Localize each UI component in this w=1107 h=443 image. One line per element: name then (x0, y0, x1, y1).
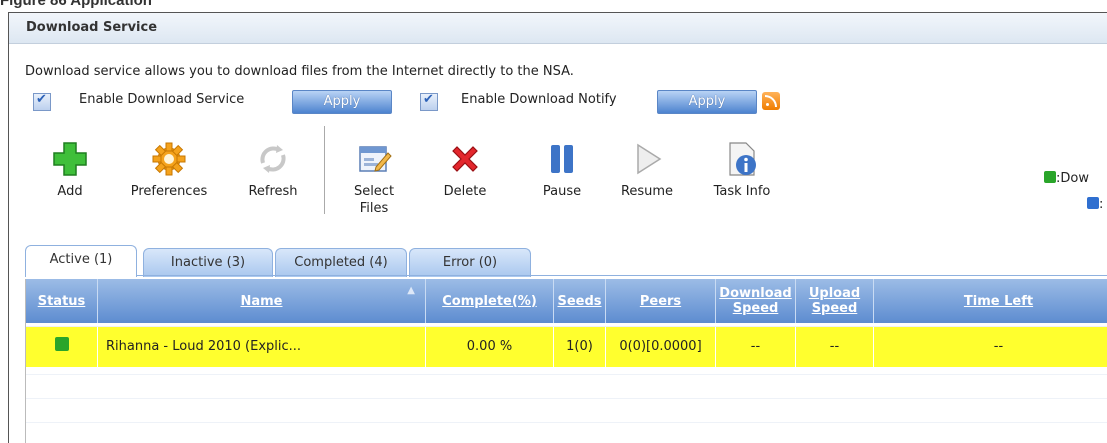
col-header-peers[interactable]: Peers (606, 279, 716, 323)
pause-icon (551, 145, 573, 173)
pause-button[interactable]: Pause (539, 141, 585, 200)
task-info-button[interactable]: Task Info (702, 141, 782, 200)
legend-upload: : (1087, 197, 1103, 212)
col-header-complete[interactable]: Complete(%) (426, 279, 554, 323)
panel-title-bar: Download Service (9, 13, 1107, 44)
enable-download-service-checkbox[interactable] (33, 92, 51, 111)
name-cell: Rihanna - Loud 2010 (Explic... (98, 327, 426, 367)
col-header-status[interactable]: Status (26, 279, 98, 323)
upload-speed-cell: -- (796, 327, 874, 367)
status-cell (26, 327, 98, 367)
col-header-upload-speed[interactable]: Upload Speed (796, 279, 874, 323)
delete-label: Delete (443, 184, 487, 199)
tab-active[interactable]: Active (1) (25, 245, 137, 277)
add-button[interactable]: Add (47, 141, 93, 200)
seeds-cell: 1(0) (554, 327, 606, 367)
figure-caption: Figure 86 Application (0, 0, 152, 9)
panel-title: Download Service (26, 20, 158, 35)
legend-download-label: :Dow (1056, 171, 1089, 186)
delete-button[interactable]: Delete (437, 141, 493, 200)
col-header-seeds[interactable]: Seeds (554, 279, 606, 323)
enable-download-notify-label: Enable Download Notify (461, 92, 617, 107)
enable-download-service-label: Enable Download Service (79, 92, 245, 107)
refresh-button[interactable]: Refresh (237, 141, 309, 200)
pause-label: Pause (542, 184, 582, 199)
time-left-cell: -- (874, 327, 1107, 367)
delete-x-icon (452, 146, 478, 172)
plus-icon (53, 142, 87, 176)
refresh-icon (260, 145, 286, 173)
apply-notify-button[interactable]: Apply (657, 90, 757, 114)
rss-icon[interactable] (762, 92, 780, 110)
add-label: Add (57, 184, 83, 199)
sort-ascending-icon: ▲ (407, 285, 415, 296)
downloads-table: Status Name ▲ Complete(%) Seeds Peers Do… (25, 279, 1107, 443)
play-icon (637, 143, 662, 175)
legend-download: :Dow (1044, 171, 1089, 186)
peers-cell: 0(0)[0.0000] (606, 327, 716, 367)
tab-error[interactable]: Error (0) (409, 248, 531, 277)
col-header-name[interactable]: Name ▲ (98, 279, 426, 323)
upload-arrow-icon (1087, 197, 1099, 209)
preferences-label: Preferences (130, 184, 208, 199)
task-info-label: Task Info (713, 184, 771, 199)
select-files-icon (359, 146, 392, 172)
resume-label: Resume (620, 184, 674, 199)
download-arrow-icon (1044, 171, 1056, 183)
download-service-panel: Download Service Download service allows… (8, 12, 1107, 443)
tab-inactive[interactable]: Inactive (3) (143, 248, 273, 277)
select-files-button[interactable]: Select Files (344, 141, 404, 217)
complete-cell: 0.00 % (426, 327, 554, 367)
task-info-icon (729, 142, 756, 176)
col-header-time-left[interactable]: Time Left (874, 279, 1107, 323)
enable-download-notify-checkbox[interactable] (420, 92, 438, 111)
apply-service-button[interactable]: Apply (292, 90, 392, 114)
gear-icon (152, 142, 186, 176)
legend-upload-label: : (1099, 197, 1104, 212)
table-row[interactable]: Rihanna - Loud 2010 (Explic... 0.00 % 1(… (26, 327, 1107, 367)
select-files-label: Select Files (353, 184, 395, 216)
download-speed-cell: -- (716, 327, 796, 367)
resume-button[interactable]: Resume (615, 141, 679, 200)
preferences-button[interactable]: Preferences (119, 141, 219, 200)
toolbar-divider (324, 126, 325, 214)
service-description: Download service allows you to download … (25, 64, 574, 79)
tab-completed[interactable]: Completed (4) (275, 248, 407, 277)
col-header-download-speed[interactable]: Download Speed (716, 279, 796, 323)
col-header-name-label: Name (240, 293, 283, 309)
download-arrow-icon (54, 337, 69, 351)
tab-underline (25, 275, 1107, 276)
refresh-label: Refresh (248, 184, 298, 199)
